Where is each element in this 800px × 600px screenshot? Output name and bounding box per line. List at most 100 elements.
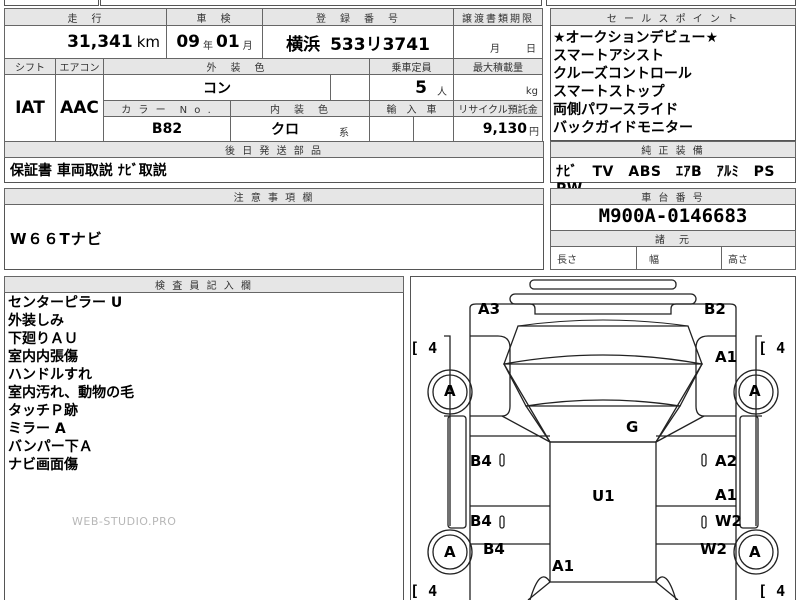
damage-label-roof: G bbox=[626, 418, 639, 436]
import-cell-2 bbox=[413, 116, 454, 142]
tire-tread-value: 4 bbox=[428, 339, 438, 357]
seats-cell: 5 人 bbox=[369, 74, 454, 101]
inspector-item: ハンドルすれ bbox=[8, 367, 92, 383]
shaken-month: 01 bbox=[216, 32, 240, 52]
tire-tread-front-left: [ 4 bbox=[410, 339, 438, 357]
damage-label-right-sill: W2 bbox=[715, 512, 742, 530]
left-mirror-outline bbox=[447, 415, 467, 529]
length-label: 長さ bbox=[557, 254, 577, 266]
registration-number: 533リ3741 bbox=[330, 34, 430, 55]
deadline-month: 月 bbox=[490, 44, 500, 55]
length-cell: 長さ bbox=[550, 246, 637, 270]
damage-label-right-rear-door: A1 bbox=[715, 486, 738, 504]
sales-points-list: ★オークションデビュー★ スマートアシスト クルーズコントロール スマートストッ… bbox=[553, 29, 718, 137]
notes-header: 注 意 事 項 欄 bbox=[4, 188, 544, 205]
tire-tread-front-right: [ 4 bbox=[758, 339, 786, 357]
shift-value: IAT bbox=[15, 98, 45, 118]
inspector-item: 室内内張傷 bbox=[8, 349, 78, 365]
inspector-item: 室内汚れ、動物の毛 bbox=[8, 385, 135, 401]
seats-unit: 人 bbox=[437, 87, 447, 98]
notes-value: W６６Tナビ bbox=[10, 230, 103, 248]
height-label: 高さ bbox=[728, 254, 748, 266]
damage-label-right-front-door: A2 bbox=[715, 452, 738, 470]
sales-point-item: バックガイドモニター bbox=[553, 120, 693, 136]
wheel-label-front-left: A bbox=[444, 382, 456, 400]
inspector-item: センターピラー U bbox=[8, 295, 123, 311]
seats-value: 5 bbox=[415, 77, 427, 98]
interior-unit: 系 bbox=[339, 127, 349, 139]
parts-value: 保証書 車両取説 ﾅﾋﾞ取説 bbox=[10, 163, 167, 179]
recycle-unit: 円 bbox=[529, 127, 539, 138]
left-front-fender-outline bbox=[470, 335, 511, 417]
shift-cell: IAT bbox=[4, 74, 56, 142]
top-cut-box-1 bbox=[4, 0, 99, 6]
watermark: WEB-STUDIO.PRO bbox=[72, 515, 177, 528]
wheel-label-front-right: A bbox=[749, 382, 761, 400]
right-mirror-outline bbox=[739, 415, 759, 529]
ac-cell: AAC bbox=[55, 74, 104, 142]
color-no-cell: B82 bbox=[103, 116, 231, 142]
capacity-cell: kg bbox=[453, 74, 543, 101]
damage-label-right-quarter: W2 bbox=[700, 540, 727, 558]
width-label: 幅 bbox=[649, 254, 659, 266]
exterior-cell: コン bbox=[103, 74, 331, 101]
dims-header: 諸 元 bbox=[550, 230, 796, 247]
damage-label-body: U1 bbox=[592, 487, 615, 505]
deadline-day: 日 bbox=[526, 44, 536, 55]
color-no-value: B82 bbox=[151, 121, 183, 137]
shaken-header: 車 検 bbox=[166, 8, 263, 26]
inspector-item: 下廻りＡＵ bbox=[8, 331, 78, 347]
top-cut-box-3 bbox=[546, 0, 796, 6]
chassis-value: M900A-0146683 bbox=[598, 205, 748, 227]
interior-cell: クロ 系 bbox=[230, 116, 370, 142]
seats-label: 乗車定員 bbox=[369, 58, 454, 75]
registration-city: 横浜 bbox=[286, 34, 321, 55]
mileage-cell: 31,341 km bbox=[4, 25, 167, 59]
color-no-label: カ ラ ー N o . bbox=[103, 100, 231, 117]
inspector-item: ナビ画面傷 bbox=[8, 457, 78, 473]
inspector-item: タッチＰ跡 bbox=[8, 403, 78, 419]
inspector-item: ミラー A bbox=[8, 421, 66, 437]
damage-label-left-rear-door: B4 bbox=[470, 512, 492, 530]
chassis-header: 車 台 番 号 bbox=[550, 188, 796, 205]
sales-point-item: スマートアシスト bbox=[553, 48, 665, 64]
registration-cell: 横浜 533リ3741 bbox=[262, 25, 454, 59]
exterior-sub-cell bbox=[330, 74, 370, 101]
shaken-year-unit: 年 bbox=[203, 40, 213, 52]
tire-tread-value: 4 bbox=[776, 582, 786, 600]
car-diagram bbox=[427, 279, 779, 600]
exterior-label: 外 装 色 bbox=[103, 58, 370, 75]
damage-label-left-front-door: B4 bbox=[470, 452, 492, 470]
registration-header: 登 録 番 号 bbox=[262, 8, 454, 26]
inspector-item: バンパー下Ａ bbox=[8, 439, 93, 455]
damage-label-front-left: A3 bbox=[478, 300, 501, 318]
import-label: 輸 入 車 bbox=[369, 100, 454, 117]
recycle-label: リサイクル預託金 bbox=[453, 100, 543, 117]
recycle-value: 9,130 bbox=[482, 121, 527, 137]
hood-outline bbox=[503, 325, 703, 365]
sales-point-item: スマートストップ bbox=[553, 84, 665, 100]
damage-label-front-right: B2 bbox=[704, 300, 726, 318]
shaken-cell: 09 年 01 月 bbox=[166, 25, 263, 59]
damage-label-right-fender: A1 bbox=[715, 348, 738, 366]
shift-label: シフト bbox=[4, 58, 56, 75]
deadline-header: 譲渡書類期限 bbox=[453, 8, 543, 26]
tire-tread-rear-right: [ 4 bbox=[758, 582, 786, 600]
ac-value: AAC bbox=[60, 98, 99, 118]
wheel-label-rear-left: A bbox=[444, 543, 456, 561]
shaken-year: 09 bbox=[176, 32, 200, 52]
mileage-unit: km bbox=[136, 33, 160, 51]
inspector-item: 外装しみ bbox=[8, 313, 64, 329]
capacity-unit: kg bbox=[525, 86, 538, 97]
height-cell: 高さ bbox=[721, 246, 796, 270]
mileage-value: 31,341 bbox=[67, 32, 133, 52]
interior-value: クロ bbox=[271, 122, 299, 138]
wheel-label-rear-right: A bbox=[749, 543, 761, 561]
damage-label-left-quarter: B4 bbox=[483, 540, 505, 558]
exterior-value: コン bbox=[203, 80, 231, 97]
capacity-label: 最大積載量 bbox=[453, 58, 543, 75]
sales-point-item: クルーズコントロール bbox=[553, 66, 692, 82]
top-cut-box-2 bbox=[100, 0, 542, 6]
front-spoiler-outline bbox=[529, 279, 677, 290]
front-bumper-outline bbox=[509, 293, 697, 305]
